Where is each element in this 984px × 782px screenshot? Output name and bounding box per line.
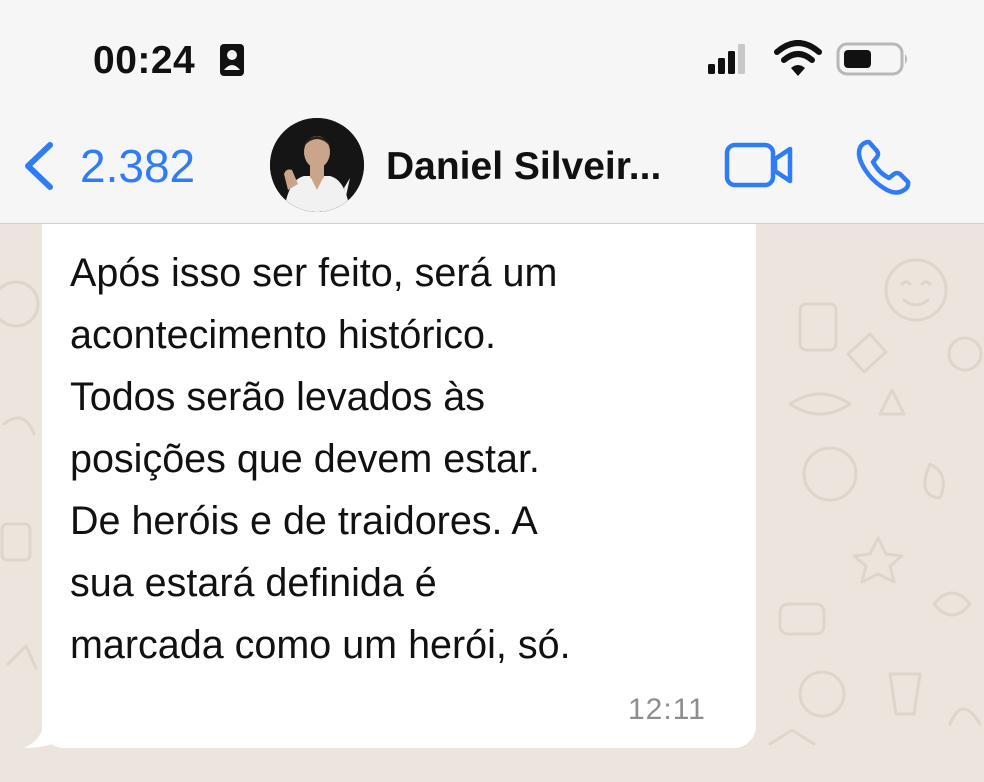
contact-name[interactable]: Daniel Silveir...	[386, 144, 661, 190]
message-text-line: marcada como um herói, só.	[70, 623, 571, 667]
video-camera-icon[interactable]	[724, 142, 794, 188]
message-text-line: posições que devem estar.	[70, 437, 540, 481]
message-timestamp: 12:11	[628, 693, 706, 726]
phone-icon[interactable]	[855, 138, 913, 196]
back-chevron-icon	[25, 142, 53, 190]
contact-avatar[interactable]	[270, 118, 364, 212]
message-text-line: acontecimento histórico.	[70, 313, 496, 357]
chat-area[interactable]: Após isso ser feito, será um acontecimen…	[0, 224, 984, 782]
battery-icon	[836, 42, 907, 76]
message-text-line: Após isso ser feito, será um	[70, 251, 558, 295]
whatsapp-chat-screen: 00:24 2.382 Daniel Silveir... Após isso …	[0, 0, 984, 782]
id-badge-icon	[220, 44, 244, 76]
wifi-icon	[774, 40, 822, 76]
bubble-tail	[24, 718, 62, 748]
back-button[interactable]: 2.382	[18, 136, 195, 196]
status-time: 00:24	[93, 39, 196, 82]
signal-icon	[708, 44, 745, 74]
status-bar: 00:24	[0, 0, 984, 110]
chat-header: 2.382 Daniel Silveir...	[0, 110, 984, 224]
message-text-line: De heróis e de traidores. A	[70, 499, 538, 543]
avatar-photo	[270, 118, 364, 212]
message-bubble[interactable]: Após isso ser feito, será um acontecimen…	[42, 224, 756, 748]
unread-count: 2.382	[80, 140, 196, 192]
message-text-line: Todos serão levados às	[70, 375, 486, 419]
message-text-line: sua estará definida é	[70, 561, 437, 605]
